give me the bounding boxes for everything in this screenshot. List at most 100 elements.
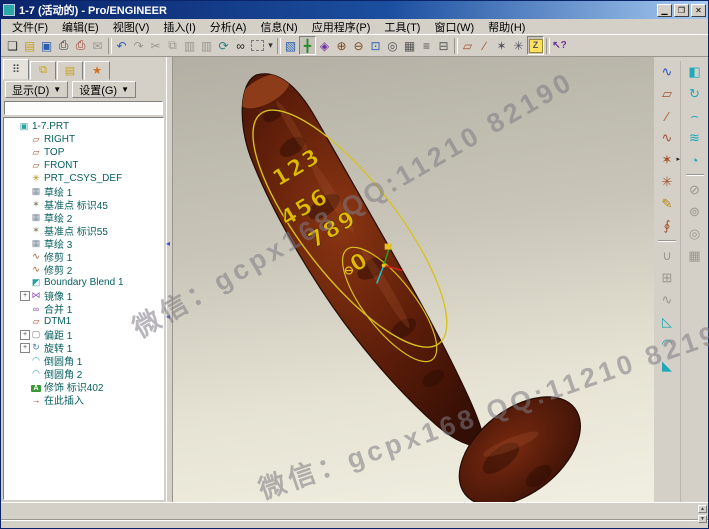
draft-icon[interactable]	[655, 311, 679, 333]
round-icon[interactable]	[655, 333, 679, 355]
paste-special-icon[interactable]	[198, 36, 215, 55]
menu-item[interactable]: 应用程序(P)	[305, 19, 378, 35]
datum-graph-icon[interactable]	[655, 215, 679, 237]
datum-axes-toggle-icon[interactable]	[476, 36, 493, 55]
minimize-button[interactable]: ▁	[657, 4, 672, 17]
expand-toggle[interactable]	[20, 343, 30, 353]
menu-item[interactable]: 编辑(E)	[55, 19, 106, 35]
tree-item[interactable]: DTM1	[20, 315, 163, 328]
tree-item[interactable]: 在此插入	[20, 393, 163, 406]
model-tree[interactable]: 1-7.PRT RIGHT TOP	[3, 117, 164, 500]
tree-search-input[interactable]	[4, 101, 163, 115]
tree-item[interactable]: Boundary Blend 1	[20, 276, 163, 289]
refit-icon[interactable]	[367, 36, 384, 55]
orient-icon[interactable]	[316, 36, 333, 55]
chamfer-icon[interactable]	[655, 355, 679, 377]
find-icon[interactable]	[232, 36, 249, 55]
message-log-down-button[interactable]: ▼	[698, 515, 707, 523]
context-help-icon[interactable]	[551, 36, 568, 55]
print-icon[interactable]	[55, 36, 72, 55]
pattern-icon[interactable]	[655, 267, 679, 289]
show-button[interactable]: 显示(D) ▼	[5, 81, 68, 98]
datum-points-toggle-icon[interactable]	[493, 36, 510, 55]
menu-item[interactable]: 窗口(W)	[427, 19, 481, 35]
revolve-icon[interactable]	[683, 83, 707, 105]
copy-icon[interactable]	[164, 36, 181, 55]
sketch-tool-icon[interactable]	[655, 193, 679, 215]
save-icon[interactable]	[38, 36, 55, 55]
view-manager-icon[interactable]	[435, 36, 452, 55]
reorient-icon[interactable]	[384, 36, 401, 55]
collapse-arrow-icon[interactable]: ◂	[166, 312, 170, 321]
surface-trim-icon[interactable]	[683, 179, 707, 201]
repaint-icon[interactable]	[282, 36, 299, 55]
expand-toggle[interactable]	[20, 330, 30, 340]
menu-item[interactable]: 工具(T)	[377, 19, 427, 35]
settings-button[interactable]: 设置(G) ▼	[72, 81, 136, 98]
annotations-toggle-icon[interactable]	[527, 36, 544, 55]
blend-icon[interactable]	[683, 127, 707, 149]
zoom-out-icon[interactable]	[350, 36, 367, 55]
menu-item[interactable]: 帮助(H)	[481, 19, 532, 35]
model-3d[interactable]: 123 456 789 0	[173, 57, 654, 502]
spin-center-icon[interactable]	[299, 36, 316, 55]
folder-browser-tab-icon[interactable]	[57, 61, 83, 80]
tree-item[interactable]: 偏距 1	[20, 328, 163, 341]
solidify-icon[interactable]	[683, 245, 707, 267]
tree-item[interactable]: PRT_CSYS_DEF	[20, 172, 163, 185]
graphics-viewport[interactable]: 123 456 789 0	[173, 57, 654, 502]
tree-item[interactable]: 修剪 1	[20, 250, 163, 263]
tree-item[interactable]: 基准点 标识45	[20, 198, 163, 211]
expand-toggle[interactable]	[20, 291, 30, 301]
boundary-blend-icon[interactable]	[683, 149, 707, 171]
undo-icon[interactable]	[113, 36, 130, 55]
tree-item[interactable]: 基准点 标识55	[20, 224, 163, 237]
paste-icon[interactable]	[181, 36, 198, 55]
thicken-icon[interactable]	[683, 223, 707, 245]
new-file-icon[interactable]	[4, 36, 21, 55]
flex-icon[interactable]	[655, 289, 679, 311]
panel-splitter[interactable]: ◂ ◂	[166, 57, 173, 502]
layer-display-icon[interactable]	[418, 36, 435, 55]
favorites-tab-icon[interactable]	[84, 61, 110, 80]
menu-item[interactable]: 文件(F)	[5, 19, 55, 35]
close-button[interactable]: ✕	[691, 4, 706, 17]
datum-curve-icon[interactable]	[655, 127, 679, 149]
menu-item[interactable]: 视图(V)	[106, 19, 157, 35]
csys-toggle-icon[interactable]	[510, 36, 527, 55]
open-file-icon[interactable]	[21, 36, 38, 55]
redo-icon[interactable]	[130, 36, 147, 55]
sweep-cut-icon[interactable]	[655, 245, 679, 267]
zoom-in-icon[interactable]	[333, 36, 350, 55]
tree-item[interactable]: 草绘 3	[20, 237, 163, 250]
tree-item[interactable]: TOP	[20, 146, 163, 159]
tree-item[interactable]: RIGHT	[20, 133, 163, 146]
select-rect-icon[interactable]	[249, 36, 266, 55]
layers-tab-icon[interactable]	[30, 61, 56, 80]
tree-item[interactable]: FRONT	[20, 159, 163, 172]
plot-icon[interactable]	[72, 36, 89, 55]
sweep-icon[interactable]	[683, 105, 707, 127]
datum-planes-toggle-icon[interactable]	[459, 36, 476, 55]
tree-item[interactable]: 修剪 2	[20, 263, 163, 276]
saved-views-icon[interactable]	[401, 36, 418, 55]
cut-icon[interactable]	[147, 36, 164, 55]
email-icon[interactable]	[89, 36, 106, 55]
menu-item[interactable]: 插入(I)	[156, 19, 202, 35]
datum-plane-icon[interactable]	[655, 83, 679, 105]
message-log-up-button[interactable]: ▲	[698, 505, 707, 513]
titlebar[interactable]: 1-7 (活动的) - Pro/ENGINEER ▁ ❐ ✕	[1, 1, 708, 19]
menu-item[interactable]: 信息(N)	[253, 19, 304, 35]
regenerate-icon[interactable]	[215, 36, 232, 55]
tree-item[interactable]: 镜像 1	[20, 289, 163, 302]
dropdown-arrow-icon[interactable]	[266, 36, 275, 55]
csys-icon[interactable]	[655, 171, 679, 193]
menu-item[interactable]: 分析(A)	[203, 19, 254, 35]
style-icon[interactable]	[655, 61, 679, 83]
collapse-arrow-icon[interactable]: ◂	[166, 239, 170, 248]
surface-offset-icon[interactable]	[683, 201, 707, 223]
tree-item[interactable]: 合并 1	[20, 302, 163, 315]
tree-item[interactable]: 修饰 标识402	[20, 380, 163, 393]
restore-button[interactable]: ❐	[674, 4, 689, 17]
tree-item[interactable]: 倒圆角 1	[20, 354, 163, 367]
